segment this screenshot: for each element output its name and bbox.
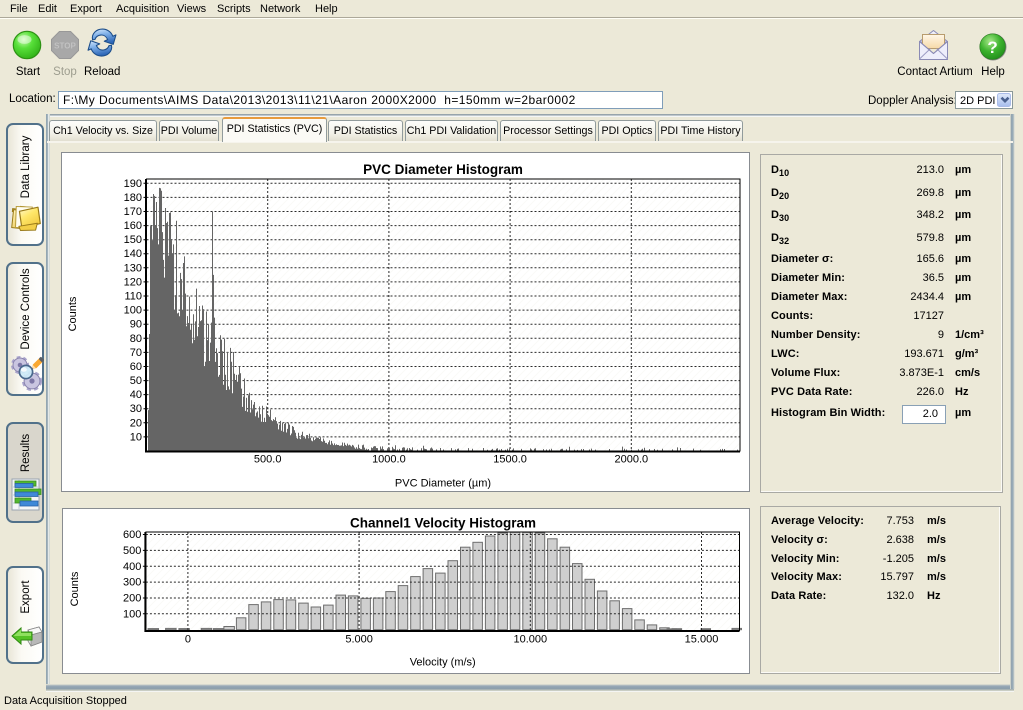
svg-text:300: 300 bbox=[123, 577, 141, 589]
svg-text:STOP: STOP bbox=[54, 42, 76, 51]
svg-text:30: 30 bbox=[130, 403, 142, 415]
svg-text:Velocity (m/s): Velocity (m/s) bbox=[410, 657, 476, 669]
svg-text:600: 600 bbox=[123, 529, 141, 541]
svg-text:PVC Diameter (µm): PVC Diameter (µm) bbox=[395, 478, 491, 490]
svg-text:70: 70 bbox=[130, 347, 142, 359]
svg-text:100: 100 bbox=[124, 305, 142, 317]
svg-text:200: 200 bbox=[123, 593, 141, 605]
svg-text:90: 90 bbox=[130, 319, 142, 331]
svg-text:500: 500 bbox=[123, 545, 141, 557]
svg-text:1000.0: 1000.0 bbox=[372, 454, 406, 466]
svg-text:5.000: 5.000 bbox=[345, 634, 373, 646]
svg-text:110: 110 bbox=[124, 291, 142, 303]
svg-text:140: 140 bbox=[124, 248, 142, 260]
svg-text:100: 100 bbox=[123, 608, 141, 620]
svg-text:Counts: Counts bbox=[67, 296, 79, 331]
svg-text:180: 180 bbox=[124, 192, 142, 204]
svg-text:Counts: Counts bbox=[69, 571, 81, 606]
svg-text:10: 10 bbox=[130, 431, 142, 443]
svg-text:160: 160 bbox=[124, 220, 142, 232]
svg-text:Channel1 Velocity Histogram: Channel1 Velocity Histogram bbox=[350, 516, 536, 531]
svg-text:20: 20 bbox=[130, 417, 142, 429]
svg-text:PVC Diameter Histogram: PVC Diameter Histogram bbox=[363, 162, 523, 177]
svg-text:1500.0: 1500.0 bbox=[493, 454, 527, 466]
svg-text:0: 0 bbox=[185, 634, 191, 646]
svg-text:40: 40 bbox=[130, 389, 142, 401]
svg-text:10.000: 10.000 bbox=[513, 634, 547, 646]
svg-text:170: 170 bbox=[124, 206, 142, 218]
svg-text:80: 80 bbox=[130, 333, 142, 345]
svg-text:120: 120 bbox=[124, 276, 142, 288]
svg-text:150: 150 bbox=[124, 234, 142, 246]
svg-text:60: 60 bbox=[130, 361, 142, 373]
svg-text:?: ? bbox=[987, 38, 997, 57]
svg-text:2000.0: 2000.0 bbox=[614, 454, 648, 466]
svg-text:130: 130 bbox=[124, 262, 142, 274]
svg-text:500.0: 500.0 bbox=[254, 454, 282, 466]
svg-text:15.000: 15.000 bbox=[685, 634, 719, 646]
svg-text:190: 190 bbox=[124, 178, 142, 190]
svg-text:50: 50 bbox=[130, 375, 142, 387]
svg-text:400: 400 bbox=[123, 561, 141, 573]
